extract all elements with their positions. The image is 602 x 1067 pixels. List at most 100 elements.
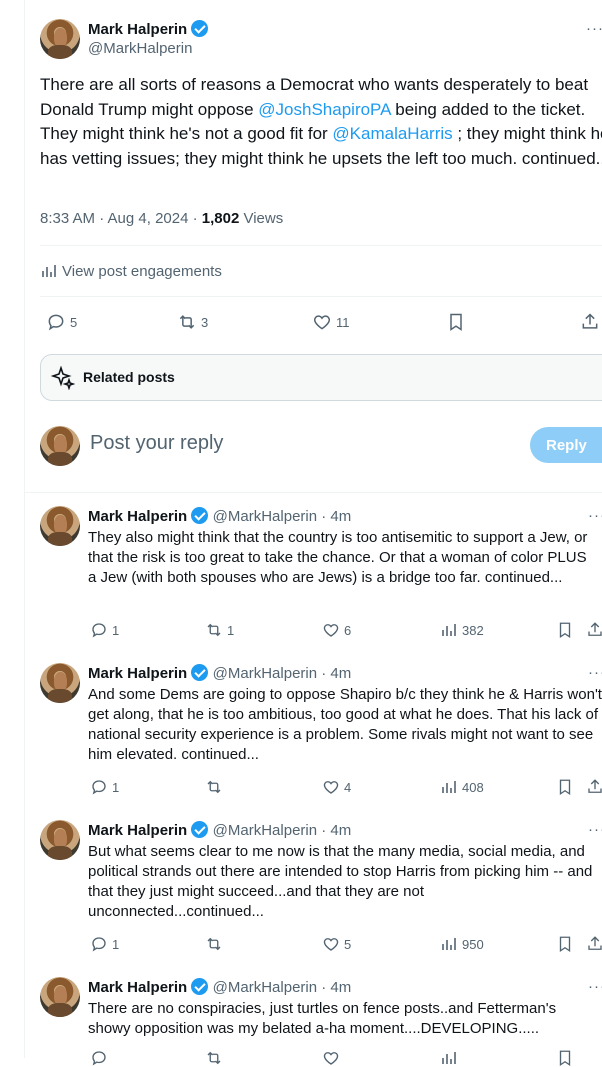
bookmark-button[interactable] [556,621,578,639]
post-text: There are all sorts of reasons a Democra… [40,73,602,171]
bookmark-button[interactable] [446,312,470,332]
author-name-row: Mark Halperin [88,20,209,39]
reply-text: They also might think that the country i… [88,529,588,586]
mention-link[interactable]: @KamalaHarris [332,124,452,143]
like-count: 4 [344,779,352,795]
reply-button[interactable]: 1 [90,778,119,796]
reply-text: And some Dems are going to oppose Shapir… [88,686,602,763]
repost-button[interactable]: 1 [205,621,234,639]
share-icon [582,313,598,329]
avatar[interactable] [40,820,80,860]
avatar [40,426,80,466]
view-engagements-label: View post engagements [62,262,222,280]
author-name[interactable]: Mark Halperin [88,979,187,996]
views-button[interactable]: 382 [440,621,484,639]
related-posts-button[interactable]: Related posts [40,354,602,401]
repost-icon [207,780,221,794]
views-icon [442,1052,456,1064]
reply-count: 1 [112,779,120,795]
bookmark-icon [559,1050,571,1067]
mention-link[interactable]: @JoshShapiroPA [258,100,390,119]
author-name[interactable]: Mark Halperin [88,21,187,38]
heart-icon [323,624,339,637]
bookmark-icon [450,313,462,331]
reply-text: But what seems clear to me now is that t… [88,843,593,920]
view-count: 382 [462,622,484,638]
view-count: 408 [462,779,484,795]
views-button[interactable]: 950 [440,935,484,953]
author-name[interactable]: Mark Halperin [88,665,187,682]
reply-button[interactable]: 1 [90,621,119,639]
views-button[interactable] [440,1049,462,1067]
share-button[interactable] [580,312,602,332]
reply-count: 1 [112,936,120,952]
author-handle[interactable]: @MarkHalperin · 4m [213,508,352,525]
reply-count: 5 [70,314,78,330]
share-button[interactable] [586,935,602,953]
reply-submit-button[interactable]: Reply [530,427,602,463]
divider [40,245,602,246]
reply-button[interactable]: 5 [46,312,77,332]
like-button[interactable]: 5 [322,935,351,953]
author-handle[interactable]: @MarkHalperin [88,40,192,57]
bookmark-icon [559,936,571,953]
share-icon [588,779,602,793]
heart-icon [313,315,331,330]
reply-input[interactable]: Post your reply [90,432,223,455]
avatar[interactable] [40,19,80,59]
more-options-icon[interactable]: ··· [586,20,602,37]
avatar[interactable] [40,977,80,1017]
related-posts-label: Related posts [83,369,175,385]
more-options-icon[interactable]: ··· [588,507,602,524]
repost-button[interactable] [205,778,227,796]
like-button[interactable]: 4 [322,778,351,796]
more-options-icon[interactable]: ··· [588,978,602,995]
bookmark-button[interactable] [556,935,578,953]
repost-button[interactable] [205,935,227,953]
reply-icon [92,937,106,952]
reply-icon [92,623,106,638]
repost-button[interactable]: 3 [177,312,208,332]
share-icon [588,936,602,950]
reply-header: Mark Halperin @MarkHalperin · 4m [88,507,351,526]
more-options-icon[interactable]: ··· [588,664,602,681]
repost-count: 3 [201,314,209,330]
like-count: 5 [344,936,352,952]
author-name[interactable]: Mark Halperin [88,508,187,525]
avatar[interactable] [40,506,80,546]
reply-icon [48,314,64,331]
verified-badge-icon [191,664,209,681]
views-icon [442,781,456,793]
share-button[interactable] [586,778,602,796]
author-handle[interactable]: @MarkHalperin · 4m [213,979,352,996]
repost-button[interactable] [205,1049,227,1067]
like-button[interactable]: 11 [312,312,350,332]
view-engagements-link[interactable]: View post engagements [40,262,222,280]
post-meta: 8:33 AM · Aug 4, 2024 · 1,802 Views [40,210,283,227]
like-button[interactable] [322,1049,344,1067]
repost-icon [207,1051,221,1065]
author-handle[interactable]: @MarkHalperin · 4m [213,665,352,682]
share-icon [588,622,602,636]
post-timestamp[interactable]: 8:33 AM · Aug 4, 2024 · [40,210,202,227]
reply-button[interactable] [90,1049,112,1067]
bookmark-button[interactable] [556,1049,578,1067]
heart-icon [323,938,339,951]
views-button[interactable]: 408 [440,778,484,796]
repost-icon [179,315,195,329]
like-button[interactable]: 6 [322,621,351,639]
author-handle[interactable]: @MarkHalperin · 4m [213,822,352,839]
bookmark-button[interactable] [556,778,578,796]
reply-button[interactable]: 1 [90,935,119,953]
repost-icon [207,623,221,637]
bookmark-icon [559,779,571,796]
views-icon [442,938,456,950]
avatar[interactable] [40,663,80,703]
verified-badge-icon [191,20,209,37]
share-button[interactable] [586,621,602,639]
more-options-icon[interactable]: ··· [588,821,602,838]
like-count: 6 [344,622,352,638]
views-label: Views [239,210,284,227]
views-icon [442,624,456,636]
author-name[interactable]: Mark Halperin [88,822,187,839]
